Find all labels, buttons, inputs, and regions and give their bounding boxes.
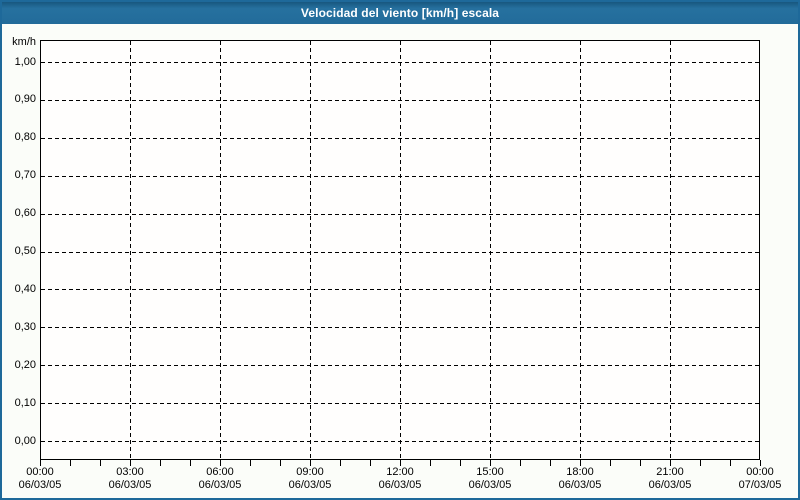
y-tick-label: 0,30: [2, 321, 36, 334]
y-tick-label: 0,70: [2, 169, 36, 182]
x-tick-date: 06/03/05: [8, 479, 72, 492]
vertical-gridline: [400, 41, 401, 459]
x-axis-tick: [250, 460, 251, 466]
vertical-gridline: [310, 41, 311, 459]
x-tick-label: 06:0006/03/05: [188, 466, 252, 492]
x-tick-date: 07/03/05: [728, 479, 792, 492]
x-axis-tick: [220, 460, 221, 466]
x-axis-tick: [130, 460, 131, 466]
x-tick-time: 15:00: [458, 466, 522, 479]
x-tick-label: 15:0006/03/05: [458, 466, 522, 492]
chart-content: km/h 1,00 0,90 0,80 0,70 0,60 0,50 0,40 0,30 0,2…: [2, 24, 798, 498]
x-tick-time: 00:00: [728, 466, 792, 479]
x-axis-tick: [70, 460, 71, 466]
vertical-gridline: [670, 41, 671, 459]
x-tick-label: 12:0006/03/05: [368, 466, 432, 492]
x-axis-tick: [460, 460, 461, 466]
x-tick-label: 18:0006/03/05: [548, 466, 612, 492]
y-tick-label: 0,10: [2, 397, 36, 410]
x-axis-tick: [490, 460, 491, 466]
x-axis-tick: [640, 460, 641, 466]
y-tick-label: 0,50: [2, 245, 36, 258]
x-axis-tick: [340, 460, 341, 466]
x-tick-date: 06/03/05: [278, 479, 342, 492]
x-axis-tick: [730, 460, 731, 466]
chart-window: Velocidad del viento [km/h] escala km/h …: [0, 0, 800, 500]
x-axis-tick: [190, 460, 191, 466]
vertical-gridline: [580, 41, 581, 459]
y-tick-label: 1,00: [2, 56, 36, 69]
x-axis-tick: [760, 460, 761, 466]
y-tick-label: 0,60: [2, 207, 36, 220]
x-tick-time: 09:00: [278, 466, 342, 479]
x-tick-date: 06/03/05: [368, 479, 432, 492]
y-tick-label: 0,90: [2, 93, 36, 106]
x-tick-label: 00:0006/03/05: [8, 466, 72, 492]
x-axis-tick: [520, 460, 521, 466]
x-axis-tick: [370, 460, 371, 466]
y-tick-label: 0,00: [2, 435, 36, 448]
x-tick-date: 06/03/05: [548, 479, 612, 492]
x-axis-tick: [550, 460, 551, 466]
vertical-gridline: [130, 41, 131, 459]
x-axis-tick: [700, 460, 701, 466]
x-axis-tick: [430, 460, 431, 466]
x-axis-tick: [400, 460, 401, 466]
x-axis-tick: [160, 460, 161, 466]
vertical-gridline: [220, 41, 221, 459]
x-tick-date: 06/03/05: [638, 479, 702, 492]
y-tick-label: 0,40: [2, 283, 36, 296]
y-tick-label: 0,80: [2, 131, 36, 144]
x-tick-date: 06/03/05: [98, 479, 162, 492]
x-axis-tick: [580, 460, 581, 466]
window-title-bar: Velocidad del viento [km/h] escala: [2, 2, 798, 24]
x-axis-tick: [280, 460, 281, 466]
x-axis-tick: [310, 460, 311, 466]
x-tick-time: 21:00: [638, 466, 702, 479]
y-axis-unit-label: km/h: [2, 36, 36, 49]
x-tick-date: 06/03/05: [458, 479, 522, 492]
x-tick-label: 21:0006/03/05: [638, 466, 702, 492]
x-tick-label: 00:0007/03/05: [728, 466, 792, 492]
x-tick-label: 09:0006/03/05: [278, 466, 342, 492]
x-tick-time: 18:00: [548, 466, 612, 479]
x-tick-label: 03:0006/03/05: [98, 466, 162, 492]
x-tick-time: 06:00: [188, 466, 252, 479]
y-tick-label: 0,20: [2, 359, 36, 372]
x-axis-tick: [670, 460, 671, 466]
x-tick-time: 00:00: [8, 466, 72, 479]
x-tick-date: 06/03/05: [188, 479, 252, 492]
x-axis-tick: [40, 460, 41, 466]
x-axis-tick: [100, 460, 101, 466]
window-title: Velocidad del viento [km/h] escala: [301, 6, 499, 20]
vertical-gridline: [490, 41, 491, 459]
plot-area: [40, 40, 760, 460]
x-axis-tick: [610, 460, 611, 466]
x-tick-time: 12:00: [368, 466, 432, 479]
x-tick-time: 03:00: [98, 466, 162, 479]
